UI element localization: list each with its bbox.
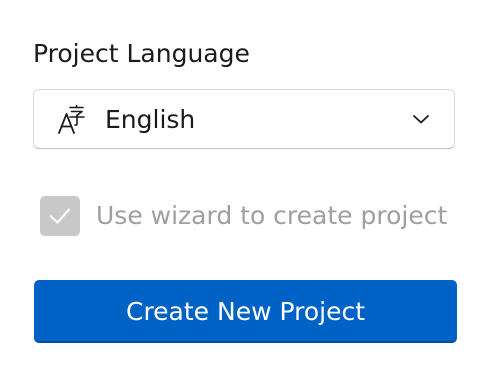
project-language-dropdown[interactable]: English	[33, 89, 455, 149]
create-project-panel: Project Language English Use wizard to c…	[0, 0, 490, 376]
project-language-label: Project Language	[33, 39, 250, 68]
language-icon	[58, 104, 85, 134]
use-wizard-checkbox[interactable]	[40, 196, 80, 236]
selected-language-value: English	[105, 105, 196, 134]
checkmark-icon	[49, 208, 71, 224]
chevron-down-icon	[413, 115, 429, 124]
use-wizard-label: Use wizard to create project	[96, 201, 448, 230]
wizard-option-row: Use wizard to create project	[40, 196, 460, 236]
create-new-project-button[interactable]: Create New Project	[34, 280, 457, 343]
